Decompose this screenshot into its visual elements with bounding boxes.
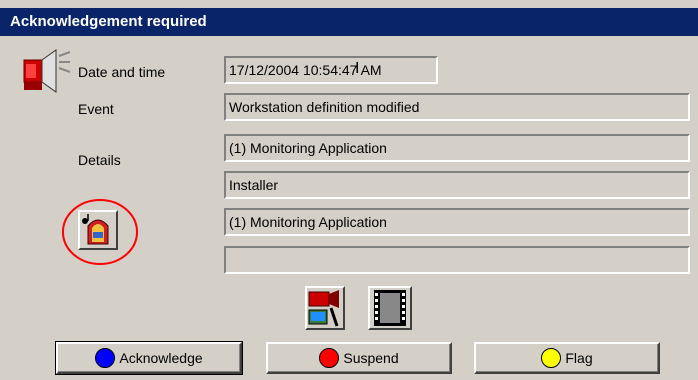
event-value: Workstation definition modified bbox=[229, 99, 420, 115]
film-strip-button[interactable] bbox=[368, 286, 412, 330]
suspend-label: Suspend bbox=[343, 350, 399, 366]
acknowledge-label: Acknowledge bbox=[119, 350, 203, 366]
date-time-field[interactable]: 17/12/2004 10:54:47 AM bbox=[224, 56, 438, 84]
suspend-button[interactable]: Suspend bbox=[266, 342, 452, 374]
yellow-circle-icon bbox=[541, 348, 562, 368]
date-time-label: Date and time bbox=[78, 64, 166, 80]
video-camera-button[interactable] bbox=[305, 286, 345, 330]
film-strip-icon bbox=[374, 290, 406, 326]
jukebox-sound-button[interactable] bbox=[78, 210, 118, 250]
video-camera-icon bbox=[308, 290, 339, 327]
blue-circle-icon bbox=[95, 348, 116, 368]
acknowledge-button[interactable]: Acknowledge bbox=[55, 341, 243, 375]
details-value-3: (1) Monitoring Application bbox=[229, 214, 387, 230]
details-field-1[interactable]: (1) Monitoring Application bbox=[224, 134, 690, 162]
text-cursor-icon: I bbox=[355, 60, 360, 77]
jukebox-sound-icon bbox=[82, 214, 109, 245]
details-field-3[interactable]: (1) Monitoring Application bbox=[224, 208, 690, 236]
red-circle-icon bbox=[319, 348, 340, 368]
details-value-1: (1) Monitoring Application bbox=[229, 140, 387, 156]
alarm-speaker-icon bbox=[22, 46, 72, 96]
flag-button[interactable]: Flag bbox=[474, 342, 660, 374]
details-value-2: Installer bbox=[229, 177, 279, 193]
details-field-4[interactable] bbox=[224, 246, 690, 274]
acknowledgement-dialog: Acknowledgement required Date and time E… bbox=[0, 0, 698, 380]
event-field[interactable]: Workstation definition modified bbox=[224, 93, 690, 121]
window-title: Acknowledgement required bbox=[0, 8, 698, 36]
details-field-2[interactable]: Installer bbox=[224, 171, 690, 199]
flag-label: Flag bbox=[565, 350, 593, 366]
event-label: Event bbox=[78, 101, 114, 117]
details-label: Details bbox=[78, 152, 121, 168]
